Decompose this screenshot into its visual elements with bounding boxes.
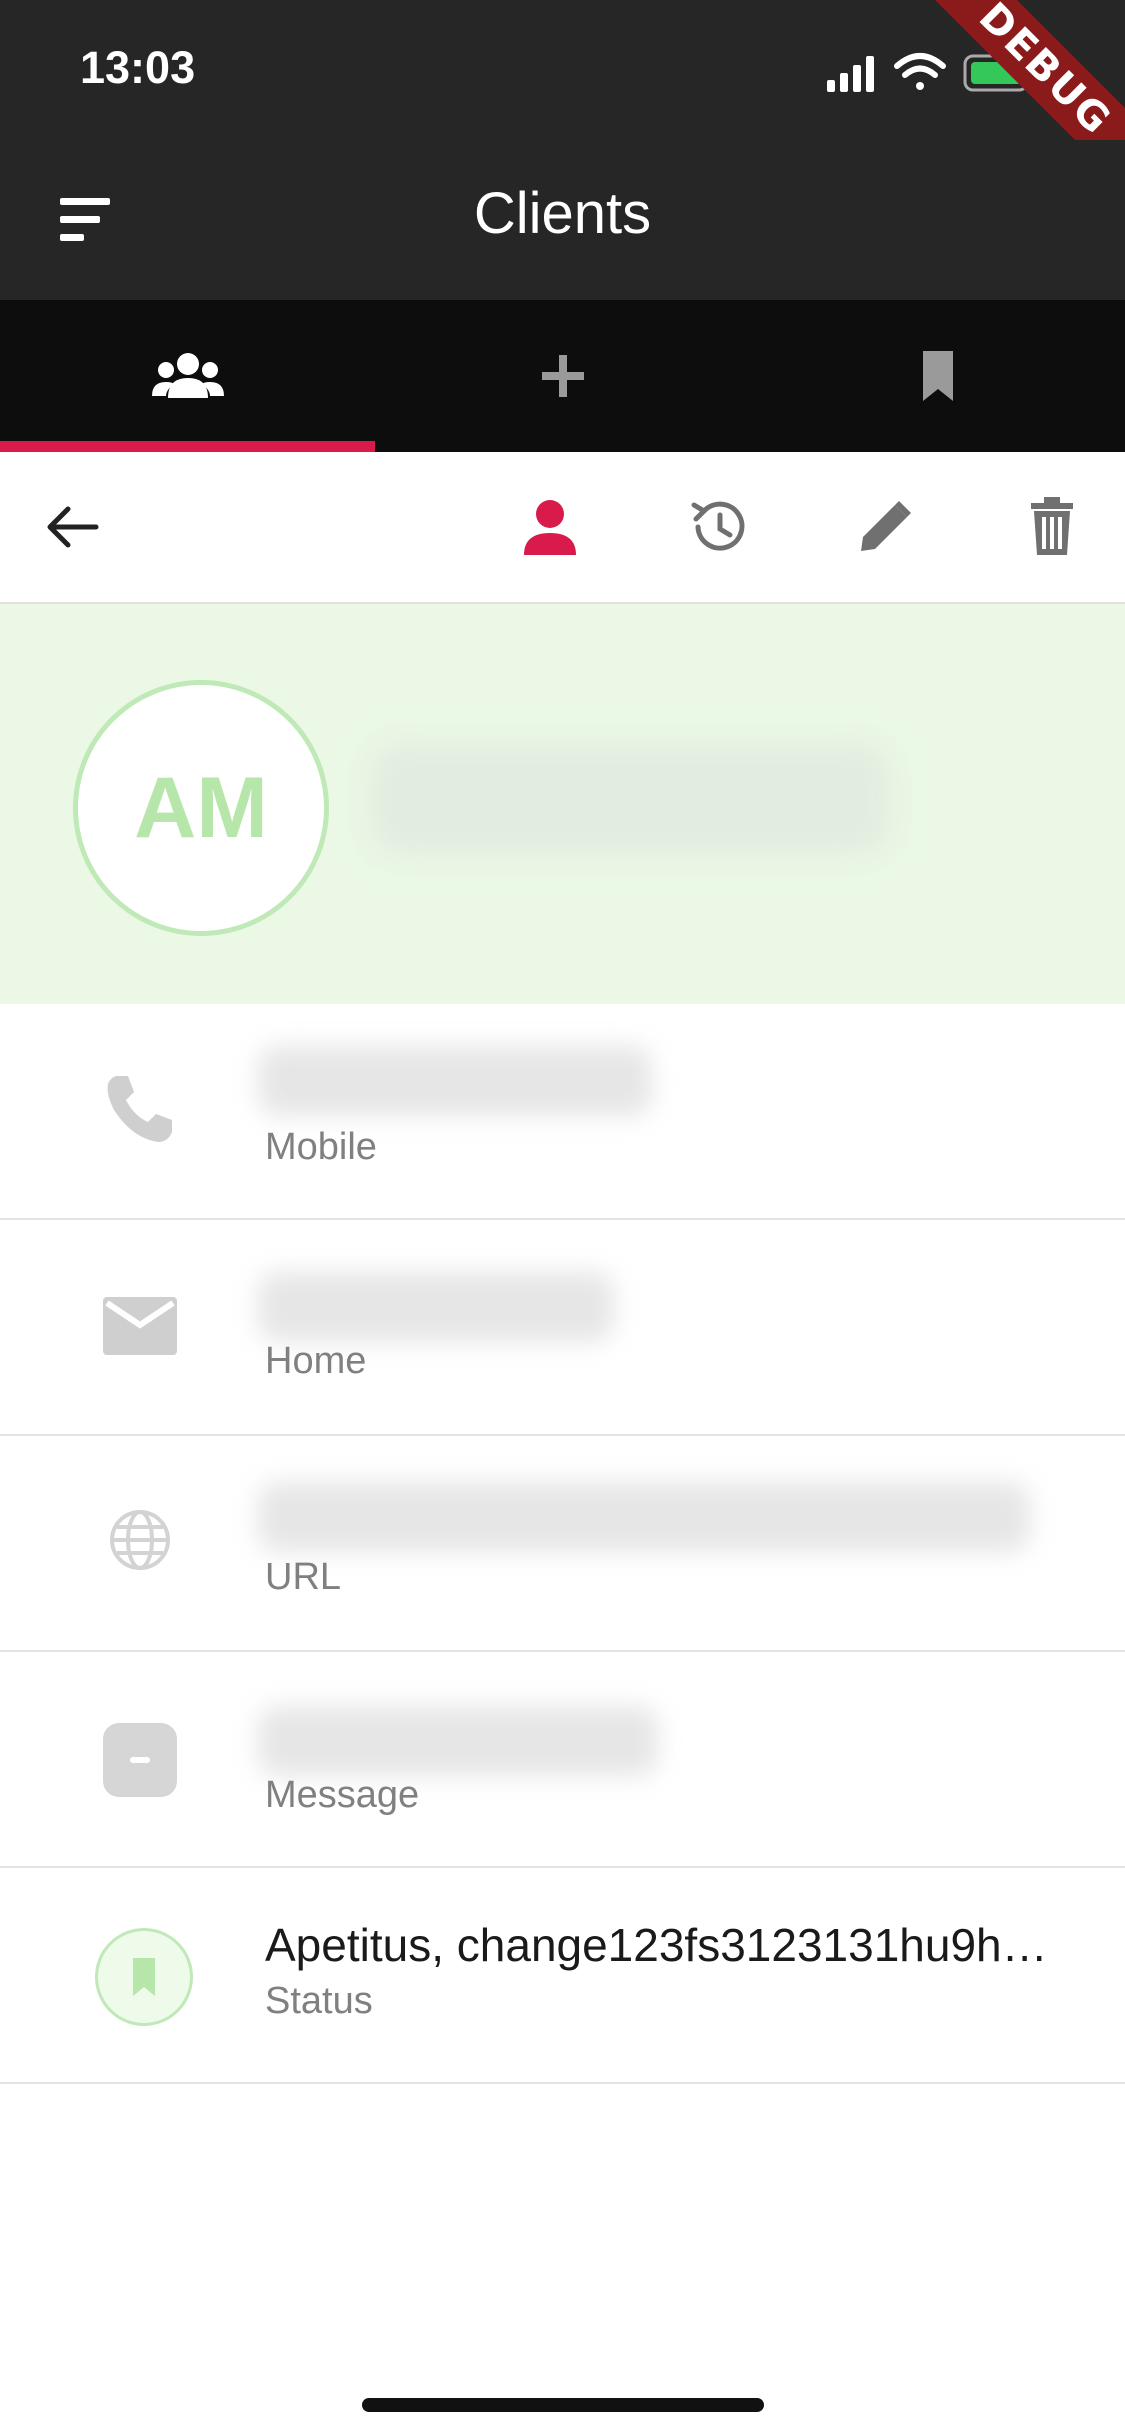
bookmark-icon [133, 1958, 155, 1996]
detail-row-url[interactable]: URL [0, 1436, 1125, 1652]
home-indicator [362, 2398, 764, 2412]
page-title: Clients [473, 181, 652, 246]
detail-row-status[interactable]: Apetitus, change123fs3123131hu9h… Status [0, 1868, 1125, 2084]
edit-button[interactable] [845, 487, 925, 567]
row-label: Status [265, 1980, 373, 2022]
status-bar: 13:03 DEBUG [0, 0, 1125, 196]
tab-add[interactable] [375, 300, 750, 452]
detail-toolbar [0, 452, 1125, 604]
tab-bar [0, 300, 1125, 452]
edit-icon [861, 501, 911, 551]
row-label: Message [265, 1774, 420, 1816]
row-label: Home [265, 1340, 367, 1382]
tab-clients[interactable] [0, 300, 375, 452]
status-badge [95, 1928, 193, 2026]
profile-tab-button[interactable] [510, 487, 590, 567]
delete-button[interactable] [1012, 487, 1092, 567]
detail-row-message[interactable]: Message [0, 1652, 1125, 1868]
history-icon [691, 501, 745, 551]
tab-indicator [0, 441, 375, 452]
message-icon [100, 1720, 180, 1800]
client-header: AM [0, 604, 1125, 1004]
phone-value-redacted [258, 1046, 652, 1116]
row-label: Mobile [265, 1126, 377, 1168]
plus-icon [541, 355, 584, 397]
phone-icon [100, 1068, 180, 1148]
signal-icon [827, 56, 874, 92]
detail-row-email[interactable]: Home [0, 1220, 1125, 1436]
mail-icon [100, 1286, 180, 1366]
message-value-redacted [258, 1706, 658, 1776]
people-icon [151, 353, 224, 398]
history-button[interactable] [678, 487, 758, 567]
wifi-icon [894, 53, 946, 90]
back-arrow-icon [47, 506, 99, 548]
avatar: AM [73, 680, 329, 936]
globe-icon [100, 1500, 180, 1580]
person-icon [524, 500, 576, 555]
trash-icon [1031, 497, 1073, 555]
url-value-redacted [258, 1482, 1030, 1552]
app-bar: Clients [0, 140, 1125, 300]
back-button[interactable] [32, 487, 112, 567]
status-time: 13:03 [80, 42, 196, 93]
row-label: URL [265, 1556, 342, 1598]
status-value: Apetitus, change123fs3123131hu9h… [265, 1919, 1048, 1971]
bookmark-icon [922, 351, 953, 401]
tab-bookmarks[interactable] [750, 300, 1125, 452]
detail-row-mobile[interactable]: Mobile [0, 1004, 1125, 1220]
client-name-redacted [370, 744, 890, 854]
email-value-redacted [258, 1272, 614, 1342]
